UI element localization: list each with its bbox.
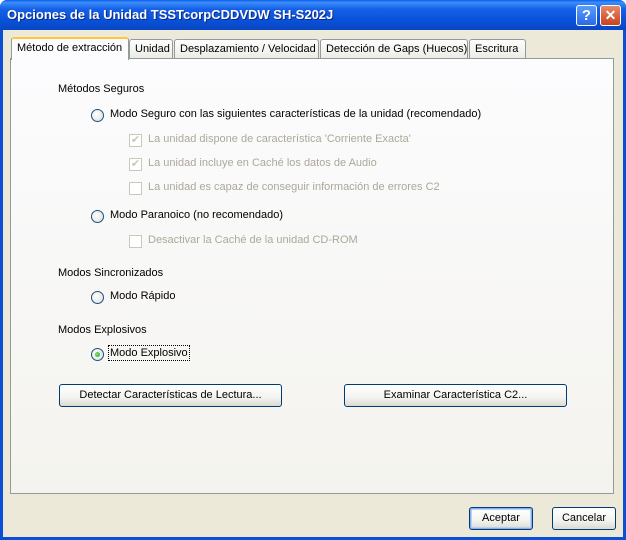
fast-mode-label[interactable]: Modo Rápido (110, 290, 175, 302)
group-title-safe: Métodos Seguros (58, 83, 145, 95)
tab-escritura[interactable]: Escritura (469, 39, 526, 58)
close-button[interactable]: ✕ (600, 5, 621, 26)
disable-cache-checkbox[interactable] (129, 235, 142, 248)
tab-unidad[interactable]: Unidad (129, 39, 173, 58)
audio-cache-checkbox[interactable]: ✔ (129, 158, 142, 171)
paranoid-mode-radio[interactable] (91, 210, 104, 223)
dialog-window: Opciones de la Unidad TSSTcorpCDDVDW SH-… (0, 0, 626, 540)
accept-button[interactable]: Aceptar (469, 507, 533, 530)
cancel-button[interactable]: Cancelar (552, 507, 616, 530)
dialog-client: Método de extracción Unidad Desplazamien… (3, 30, 623, 537)
secure-mode-label[interactable]: Modo Seguro con las siguientes caracterí… (110, 108, 481, 120)
window-title: Opciones de la Unidad TSSTcorpCDDVDW SH-… (7, 7, 334, 22)
burst-mode-label[interactable]: Modo Explosivo (108, 345, 190, 361)
detect-features-button[interactable]: Detectar Características de Lectura... (59, 384, 282, 407)
tab-metodo-extraccion[interactable]: Método de extracción (11, 37, 129, 60)
tab-deteccion-gaps[interactable]: Detección de Gaps (Huecos) (320, 39, 468, 58)
title-bar[interactable]: Opciones de la Unidad TSSTcorpCDDVDW SH-… (0, 0, 626, 30)
examine-c2-button[interactable]: Examinar Característica C2... (344, 384, 567, 407)
burst-mode-radio[interactable] (91, 348, 104, 361)
exact-stream-label: La unidad dispone de característica 'Cor… (148, 133, 411, 145)
fast-mode-radio[interactable] (91, 291, 104, 304)
secure-mode-radio[interactable] (91, 109, 104, 122)
audio-cache-label: La unidad incluye en Caché los datos de … (148, 157, 377, 169)
exact-stream-checkbox[interactable]: ✔ (129, 134, 142, 147)
tab-desplazamiento-velocidad[interactable]: Desplazamiento / Velocidad (174, 39, 319, 58)
c2-errors-label: La unidad es capaz de conseguir informac… (148, 181, 440, 193)
paranoid-mode-label[interactable]: Modo Paranoico (no recomendado) (110, 209, 283, 221)
tab-panel: Métodos Seguros Modo Seguro con las sigu… (10, 58, 614, 494)
group-title-sync: Modos Sincronizados (58, 267, 164, 279)
disable-cache-label: Desactivar la Caché de la unidad CD-ROM (148, 234, 358, 246)
group-title-burst: Modos Explosivos (58, 324, 147, 336)
help-button[interactable]: ? (576, 5, 597, 26)
c2-errors-checkbox[interactable] (129, 182, 142, 195)
